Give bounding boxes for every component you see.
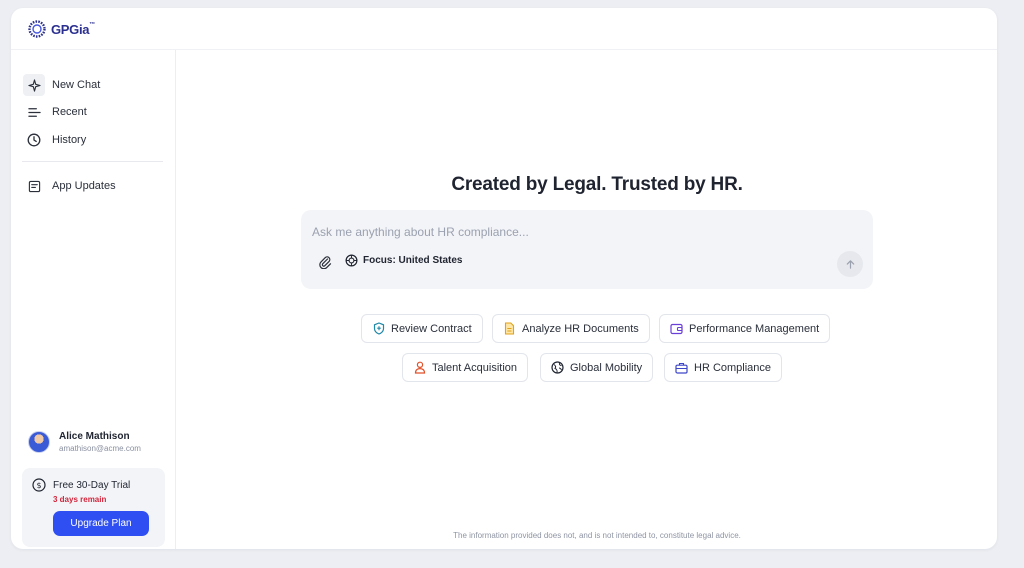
sidebar-item-label: App Updates	[52, 180, 116, 192]
avatar	[28, 431, 50, 453]
focus-label: Focus: United States	[363, 255, 463, 266]
suggestion-talent-acquisition[interactable]: Talent Acquisition	[402, 353, 528, 382]
app-window: GPGia™ New Chat Recent History App Updat…	[11, 8, 997, 549]
brand-logo[interactable]: GPGia™	[27, 19, 95, 39]
focus-selector[interactable]: Focus: United States	[345, 254, 462, 267]
file-icon	[503, 322, 516, 335]
sidebar-item-history[interactable]: History	[22, 128, 166, 152]
sidebar-item-recent[interactable]: Recent	[22, 100, 166, 124]
chat-composer: Focus: United States	[301, 210, 873, 289]
briefcase-icon	[675, 361, 688, 374]
lines-icon	[26, 104, 42, 120]
suggestion-label: Global Mobility	[570, 361, 643, 374]
sidebar-item-label: History	[52, 134, 87, 146]
person-icon	[413, 361, 426, 374]
page-title: Created by Legal. Trusted by HR.	[451, 174, 743, 195]
sidebar-item-label: New Chat	[52, 79, 101, 91]
document-icon	[26, 178, 42, 194]
suggestion-label: Review Contract	[391, 322, 472, 335]
user-name: Alice Mathison	[59, 431, 130, 442]
trial-remaining: 3 days remain	[53, 495, 107, 504]
suggestion-label: Talent Acquisition	[432, 361, 517, 374]
suggestion-review-contract[interactable]: Review Contract	[361, 314, 483, 343]
trial-title: Free 30-Day Trial	[53, 480, 131, 491]
brand-mark-icon	[28, 20, 46, 38]
clock-icon	[26, 132, 42, 148]
user-profile[interactable]: Alice Mathison amathison@acme.com	[28, 427, 168, 457]
suggestion-global-mobility[interactable]: Global Mobility	[540, 353, 654, 382]
svg-text:$: $	[36, 481, 41, 490]
suggestion-performance-management[interactable]: Performance Management	[659, 314, 831, 343]
sparkle-icon	[23, 74, 45, 96]
legal-disclaimer: The information provided does not, and i…	[453, 531, 741, 540]
sidebar-item-label: Recent	[52, 106, 87, 118]
suggestion-label: Performance Management	[689, 322, 820, 335]
main-content: Created by Legal. Trusted by HR. Focus: …	[177, 50, 997, 549]
dollar-coin-icon: $	[32, 478, 46, 492]
user-email: amathison@acme.com	[59, 444, 141, 453]
suggestion-label: Analyze HR Documents	[522, 322, 639, 335]
sidebar: New Chat Recent History App Updates Alic…	[11, 50, 176, 549]
suggestion-label: HR Compliance	[694, 361, 772, 374]
upgrade-plan-button[interactable]: Upgrade Plan	[53, 511, 149, 536]
trial-card: $ Free 30-Day Trial 3 days remain Upgrad…	[22, 468, 165, 547]
arrow-up-icon	[846, 259, 854, 269]
top-bar: GPGia™	[11, 8, 997, 50]
sidebar-divider	[22, 161, 163, 162]
send-button[interactable]	[837, 251, 863, 277]
wallet-icon	[670, 322, 683, 335]
chat-input[interactable]	[312, 222, 832, 242]
suggestion-analyze-hr-documents[interactable]: Analyze HR Documents	[492, 314, 650, 343]
globe-icon	[551, 361, 564, 374]
suggestion-hr-compliance[interactable]: HR Compliance	[664, 353, 783, 382]
paperclip-icon[interactable]	[318, 255, 332, 269]
sidebar-item-app-updates[interactable]: App Updates	[22, 174, 166, 198]
brand-name: GPGia™	[51, 21, 95, 37]
sidebar-item-new-chat[interactable]: New Chat	[22, 73, 166, 97]
shield-icon	[372, 322, 385, 335]
globe-focus-icon	[345, 254, 358, 267]
